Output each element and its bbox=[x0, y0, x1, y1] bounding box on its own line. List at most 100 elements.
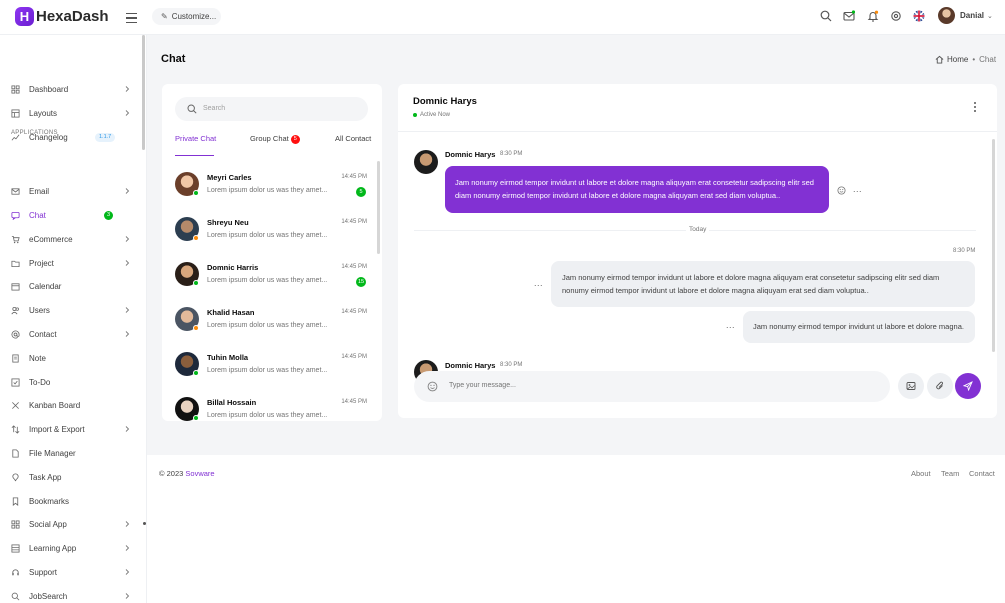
sidebar-item-email[interactable]: Email bbox=[0, 181, 140, 201]
sidebar-scrollbar[interactable] bbox=[142, 35, 145, 150]
contact-name: Meyri Carles bbox=[207, 173, 252, 182]
contact-row[interactable]: Billal Hossain Lorem ipsum dolor us was t… bbox=[175, 394, 370, 421]
sender-avatar bbox=[414, 150, 438, 174]
layout-icon bbox=[11, 108, 20, 118]
chevron-right-icon bbox=[125, 593, 130, 599]
message-options-icon[interactable]: ... bbox=[853, 184, 862, 194]
sidebar-item-changelog[interactable]: Changelog 1.1.7 bbox=[0, 127, 140, 147]
incoming-message: Jam nonumy eirmod tempor invidunt ut lab… bbox=[445, 166, 829, 213]
chevron-right-icon bbox=[125, 236, 130, 242]
sidebar-badge: 3 bbox=[104, 210, 113, 220]
message-options-icon[interactable]: ... bbox=[726, 320, 735, 330]
app-logo[interactable]: H HexaDash bbox=[15, 7, 109, 26]
search-input[interactable]: Search bbox=[175, 97, 368, 121]
tab-group-chat[interactable]: Group Chat 5 bbox=[250, 134, 300, 144]
customize-button[interactable]: ✎ Customize... bbox=[152, 8, 221, 25]
home-icon[interactable] bbox=[935, 55, 944, 64]
sidebar-item-jobsearch[interactable]: JobSearch bbox=[0, 586, 140, 603]
sidebar: APPLICATIONS Dashboard Layouts Changelog 1.… bbox=[0, 35, 147, 603]
sidebar-item-dashboard[interactable]: Dashboard bbox=[0, 79, 140, 99]
sidebar-item-file-manager[interactable]: File Manager bbox=[0, 443, 140, 463]
contact-time: 14:45 PM bbox=[341, 264, 367, 270]
sidebar-item-label: To-Do bbox=[29, 377, 51, 387]
settings-icon[interactable] bbox=[890, 10, 902, 22]
tab-all-contact[interactable]: All Contact bbox=[335, 134, 371, 143]
pencil-icon: ✎ bbox=[161, 12, 168, 21]
contact-row[interactable]: Khalid Hasan Lorem ipsum dolor us was the… bbox=[175, 304, 370, 344]
sidebar-item-project[interactable]: Project bbox=[0, 253, 140, 273]
message-time: 8:30 PM bbox=[500, 151, 523, 157]
contact-status-dot bbox=[193, 415, 199, 421]
sidebar-item-support[interactable]: Support bbox=[0, 562, 140, 582]
chevron-right-icon bbox=[125, 331, 130, 337]
sidebar-item-import-export[interactable]: Import & Export bbox=[0, 419, 140, 439]
flag-uk-icon[interactable] bbox=[913, 10, 925, 22]
bell-icon[interactable] bbox=[867, 10, 879, 22]
brand-link[interactable]: Sovware bbox=[185, 469, 214, 478]
sidebar-item-label: eCommerce bbox=[29, 234, 73, 244]
emoji-icon[interactable] bbox=[427, 381, 438, 392]
folder-icon bbox=[11, 260, 20, 267]
kanban-icon bbox=[12, 401, 19, 409]
contact-time: 14:45 PM bbox=[341, 399, 367, 405]
sidebar-item-learning-app[interactable]: Learning App bbox=[0, 538, 140, 558]
todo-icon bbox=[11, 377, 20, 387]
contact-row[interactable]: Meyri Carles Lorem ipsum dolor us was the… bbox=[175, 169, 370, 209]
contact-row[interactable]: Tuhin Molla Lorem ipsum dolor us was they… bbox=[175, 349, 370, 389]
sidebar-item-contact[interactable]: Contact bbox=[0, 324, 140, 344]
user-menu[interactable]: Danial ⌄ bbox=[938, 7, 993, 24]
message-options-icon[interactable]: ... bbox=[534, 278, 543, 288]
sidebar-item-users[interactable]: Users bbox=[0, 300, 140, 320]
sidebar-item-bookmarks[interactable]: Bookmarks bbox=[0, 491, 140, 511]
unread-badge: 15 bbox=[356, 277, 366, 287]
more-options-icon[interactable] bbox=[972, 102, 978, 114]
sidebar-collapse-handle[interactable] bbox=[143, 522, 146, 525]
sidebar-item-label: Bookmarks bbox=[29, 496, 70, 506]
sidebar-item-label: Layouts bbox=[29, 108, 58, 118]
sidebar-item-layouts[interactable]: Layouts bbox=[0, 103, 140, 123]
support-icon bbox=[12, 568, 19, 575]
learning-icon bbox=[11, 543, 20, 553]
sidebar-item-to-do[interactable]: To-Do bbox=[0, 372, 140, 392]
emoji-react-icon[interactable] bbox=[837, 186, 846, 195]
contact-name: Domnic Harris bbox=[207, 263, 259, 272]
chat-list-scrollbar[interactable] bbox=[377, 161, 380, 254]
contact-preview: Lorem ipsum dolor us was they amet... bbox=[207, 322, 328, 329]
online-dot bbox=[413, 113, 417, 117]
composer-placeholder: Type your message... bbox=[449, 382, 516, 389]
contact-row[interactable]: Domnic Harris Lorem ipsum dolor us was th… bbox=[175, 259, 370, 299]
breadcrumb-home[interactable]: Home bbox=[947, 55, 968, 64]
sidebar-item-chat[interactable]: Chat 3 bbox=[0, 205, 140, 225]
paperclip-icon bbox=[936, 381, 943, 390]
contact-row[interactable]: Shreyu Neu Lorem ipsum dolor us was they … bbox=[175, 214, 370, 254]
footer-link-team[interactable]: Team bbox=[941, 469, 959, 478]
send-button[interactable] bbox=[955, 373, 981, 399]
sidebar-item-calendar[interactable]: Calendar bbox=[0, 276, 140, 296]
conversation-scrollbar[interactable] bbox=[992, 139, 995, 352]
sidebar-item-note[interactable]: Note bbox=[0, 348, 140, 368]
chevron-right-icon bbox=[125, 545, 130, 551]
message-composer[interactable]: Type your message... bbox=[414, 371, 890, 402]
outgoing-message: Jam nonumy eirmod tempor invidunt ut lab… bbox=[743, 311, 975, 343]
sidebar-item-task-app[interactable]: Task App bbox=[0, 467, 140, 487]
sidebar-item-label: File Manager bbox=[29, 448, 76, 458]
image-button[interactable] bbox=[898, 373, 924, 399]
footer-link-contact[interactable]: Contact bbox=[969, 469, 995, 478]
sidebar-item-label: Kanban Board bbox=[29, 400, 81, 410]
contact-preview: Lorem ipsum dolor us was they amet... bbox=[207, 367, 328, 374]
attach-button[interactable] bbox=[927, 373, 953, 399]
copyright-text: © 2023 bbox=[159, 469, 184, 478]
contact-preview: Lorem ipsum dolor us was they amet... bbox=[207, 187, 328, 194]
tab-private-chat[interactable]: Private Chat bbox=[175, 134, 216, 143]
own-message-time: 8:30 PM bbox=[953, 248, 976, 254]
contact-preview: Lorem ipsum dolor us was they amet... bbox=[207, 277, 328, 284]
sidebar-item-ecommerce[interactable]: eCommerce bbox=[0, 229, 140, 249]
contact-name: Billal Hossain bbox=[207, 398, 257, 407]
footer-link-about[interactable]: About bbox=[911, 469, 931, 478]
sidebar-item-social-app[interactable]: Social App bbox=[0, 514, 140, 534]
contact-status-dot bbox=[193, 280, 199, 286]
sidebar-item-kanban-board[interactable]: Kanban Board bbox=[0, 395, 140, 415]
menu-toggle-icon[interactable] bbox=[126, 10, 137, 24]
mail-icon[interactable] bbox=[843, 10, 855, 22]
search-icon[interactable] bbox=[820, 10, 832, 22]
